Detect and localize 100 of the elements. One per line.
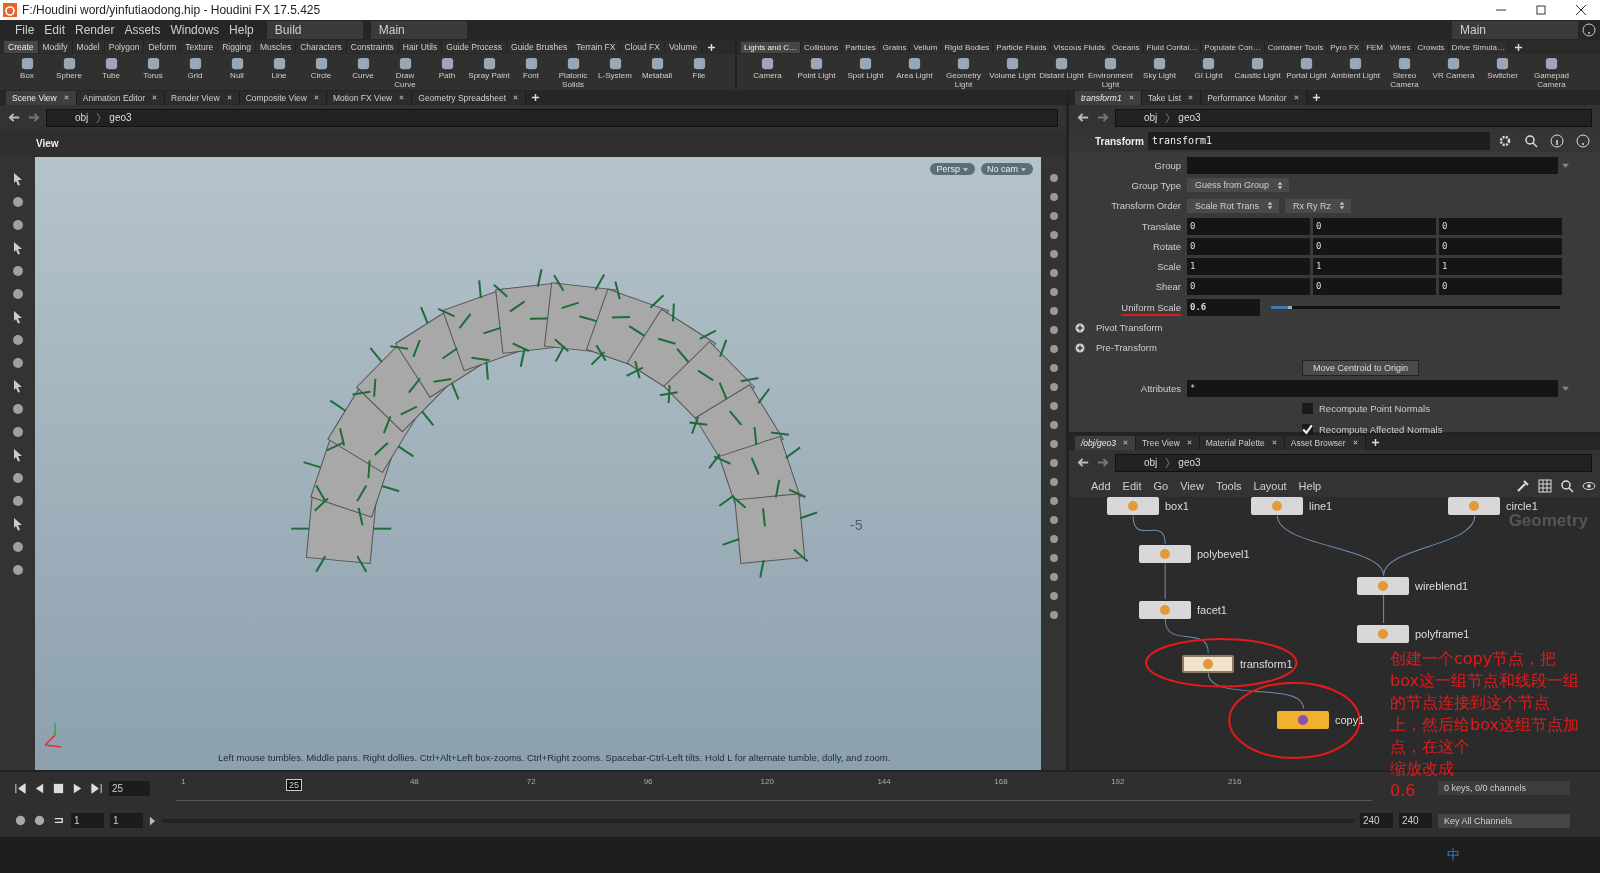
menu-item[interactable]: Edit — [39, 23, 71, 37]
current-frame-marker[interactable]: 25 — [286, 778, 302, 791]
shelf-tab[interactable]: Create — [4, 41, 39, 53]
close-icon[interactable] — [512, 94, 520, 101]
shelf-tab[interactable]: Populate Con… — [1201, 41, 1265, 53]
start-frame-field[interactable]: 1 — [71, 813, 104, 829]
add-tab-icon[interactable] — [1311, 93, 1321, 102]
shelf-tool[interactable]: Camera — [743, 56, 792, 80]
shelf-tab[interactable]: Pyro FX — [1327, 41, 1364, 53]
back-arrow-icon[interactable] — [8, 111, 21, 124]
pane-tab[interactable]: Material Palette — [1199, 435, 1285, 450]
close-icon[interactable] — [1185, 439, 1193, 446]
pane-tab[interactable]: Render View — [165, 90, 240, 105]
checkbox[interactable] — [1302, 403, 1313, 415]
number-field[interactable]: 0.6 — [1187, 298, 1260, 316]
jump-end-icon[interactable] — [90, 781, 103, 795]
shelf-tab[interactable]: Lights and C… — [741, 41, 801, 53]
shelf-tab[interactable]: Container Tools — [1264, 41, 1328, 53]
pane-tab[interactable]: Motion FX View — [326, 90, 413, 105]
menu-item[interactable]: Edit — [1116, 480, 1148, 492]
node-tile[interactable] — [1182, 655, 1234, 673]
shelf-tool[interactable]: Sphere — [48, 56, 90, 80]
shelf-tool[interactable]: Box — [6, 56, 48, 80]
menu-item[interactable]: Render — [70, 23, 120, 37]
shelf-tab[interactable]: Hair Utils — [398, 41, 443, 53]
jump-start-icon[interactable] — [14, 781, 27, 795]
key-mode-dropdown[interactable]: Key All Channels — [1438, 813, 1570, 828]
shelf-tab[interactable]: Wires — [1387, 41, 1415, 53]
dropdown-menu[interactable]: Guess from Group — [1187, 178, 1290, 193]
move-centroid-button[interactable]: Move Centroid to Origin — [1302, 360, 1420, 377]
shelf-tab[interactable]: Particle Fluids — [993, 41, 1051, 53]
path-segment[interactable]: obj — [1144, 112, 1158, 123]
shelf-tool[interactable]: Caustic Light — [1233, 56, 1282, 80]
close-icon[interactable] — [312, 94, 320, 101]
checkbox[interactable] — [1302, 423, 1313, 435]
close-icon[interactable] — [398, 94, 406, 101]
shelf-tool[interactable]: Circle — [300, 56, 342, 80]
shelf-tab[interactable]: Muscles — [256, 41, 297, 53]
node-name-field[interactable]: transform1 — [1147, 132, 1490, 150]
shelf-tool[interactable]: Portal Light — [1282, 56, 1331, 80]
shelf-tab[interactable]: Collisions — [800, 41, 843, 53]
menu-item[interactable]: View — [1174, 480, 1210, 492]
pane-tab[interactable]: Asset Browser — [1284, 435, 1366, 450]
shelf-tool[interactable]: Null — [216, 56, 258, 80]
shelf-tab[interactable]: Polygon — [104, 41, 145, 53]
shelf-tab[interactable]: Guide Process — [442, 41, 507, 53]
shelf-tool[interactable]: Geometry Light — [939, 56, 988, 89]
close-icon[interactable] — [1576, 5, 1586, 15]
desktop-dropdown[interactable]: Build — [266, 21, 363, 39]
folder-label[interactable]: Pivot Transform — [1096, 322, 1163, 333]
shelf-tool[interactable]: Distant Light — [1037, 56, 1086, 80]
context-dropdown[interactable]: Main — [1452, 21, 1578, 39]
shelf-tool[interactable]: Area Light — [890, 56, 939, 80]
back-arrow-icon[interactable] — [1077, 456, 1090, 469]
number-field[interactable]: 0 — [1313, 278, 1436, 296]
menu-item[interactable]: Go — [1147, 480, 1175, 492]
menu-item[interactable]: File — [10, 23, 40, 37]
number-field[interactable]: 0 — [1313, 237, 1436, 255]
search-icon[interactable] — [1560, 479, 1574, 493]
shelf-tool[interactable]: Switcher — [1478, 56, 1527, 80]
shelf-tab[interactable]: Viscous Fluids — [1050, 41, 1110, 53]
number-field[interactable]: 0 — [1187, 237, 1310, 255]
range-start-field[interactable]: 1 — [110, 813, 143, 829]
pane-tab[interactable]: transform1 — [1075, 90, 1142, 105]
frame-field[interactable]: 25 — [109, 780, 150, 796]
menu-item[interactable]: Tools — [1209, 480, 1248, 492]
perspective-dropdown[interactable]: Persp — [930, 163, 975, 175]
dropdown-menu[interactable]: Scale Rot Trans — [1187, 198, 1280, 213]
node-tile[interactable] — [1357, 577, 1409, 595]
shelf-tool[interactable]: Environment Light — [1086, 56, 1135, 89]
shelf-tool[interactable]: Spray Paint — [468, 56, 510, 80]
path-segment[interactable]: obj — [1144, 457, 1158, 468]
menu-item[interactable]: Layout — [1247, 480, 1293, 492]
shelf-tool[interactable]: GI Light — [1184, 56, 1233, 80]
context-dropdown[interactable]: Main — [370, 21, 467, 39]
shelf-tab[interactable]: Rigging — [218, 41, 256, 53]
shelf-tab[interactable]: FEM — [1363, 41, 1388, 53]
shelf-tab[interactable]: Drive Simula… — [1448, 41, 1509, 53]
eye-icon[interactable] — [1582, 479, 1596, 493]
dropdown-menu[interactable]: Rx Ry Rz — [1285, 198, 1352, 213]
shelf-tool[interactable]: Stereo Camera — [1380, 56, 1429, 89]
ime-indicator[interactable]: 中 — [1447, 846, 1460, 864]
node-tile[interactable] — [1139, 545, 1191, 563]
close-icon[interactable] — [1351, 439, 1359, 446]
shelf-tool[interactable]: Curve — [342, 56, 384, 80]
maximize-icon[interactable] — [1536, 5, 1546, 15]
shelf-tool[interactable]: Metaball — [636, 56, 678, 80]
shelf-tab[interactable]: Model — [72, 41, 105, 53]
node-tile[interactable] — [1251, 497, 1303, 515]
number-field[interactable]: 0 — [1187, 278, 1310, 296]
shelf-tab[interactable]: Oceans — [1109, 41, 1144, 53]
shelf-tool[interactable]: Gamepad Camera — [1527, 56, 1576, 89]
pane-tab[interactable]: Take List — [1141, 90, 1202, 105]
shelf-tab[interactable]: Fluid Contai… — [1143, 41, 1202, 53]
circle-icon[interactable] — [14, 814, 27, 828]
help-icon[interactable] — [1576, 134, 1590, 148]
shelf-tab[interactable]: Particles — [842, 41, 880, 53]
close-icon[interactable] — [1187, 94, 1195, 101]
text-field[interactable] — [1187, 156, 1558, 174]
shelf-tab[interactable]: Vellum — [910, 41, 942, 53]
